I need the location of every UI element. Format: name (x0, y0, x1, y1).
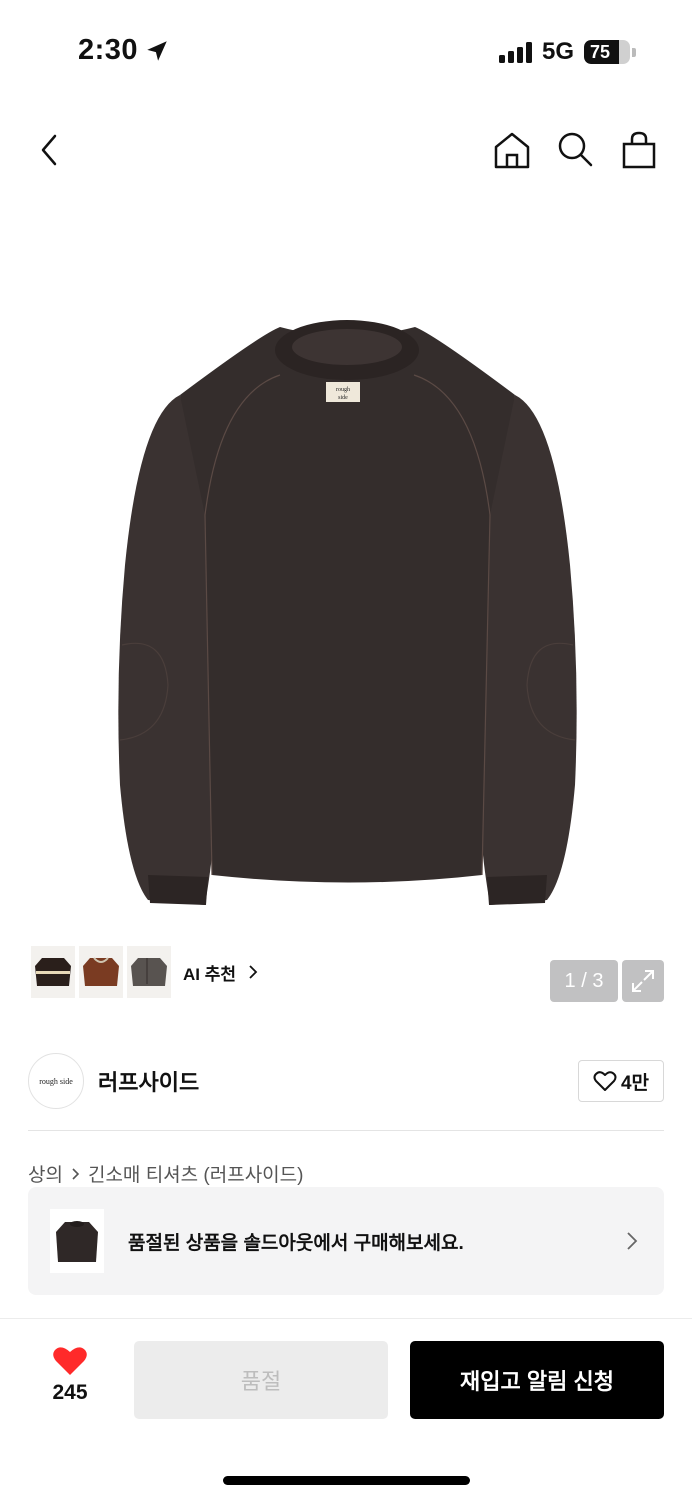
expand-button[interactable] (622, 960, 664, 1002)
soldout-banner[interactable]: 품절된 상품을 솔드아웃에서 구매해보세요. (28, 1187, 664, 1295)
home-indicator (223, 1476, 470, 1485)
battery-tip (632, 47, 636, 57)
breadcrumb-subcategory[interactable]: 긴소매 티셔츠 (러프사이드) (88, 1160, 304, 1187)
signal-icon (498, 41, 532, 63)
location-arrow-icon (147, 40, 167, 61)
home-button[interactable] (490, 128, 534, 172)
like-count: 245 (52, 1381, 88, 1404)
image-counter: 1 / 3 (550, 960, 618, 1002)
ai-thumbnail[interactable] (79, 946, 123, 998)
ai-recommend-label: AI 추천 (183, 964, 237, 984)
restock-alert-button[interactable]: 재입고 알림 신청 (410, 1341, 664, 1419)
status-time: 2:30 (78, 34, 170, 67)
back-button[interactable] (28, 128, 72, 172)
divider (28, 1130, 664, 1131)
chevron-right-icon (249, 965, 258, 979)
chevron-right-icon (72, 1167, 80, 1180)
brand-name[interactable]: 러프사이드 (98, 1065, 199, 1097)
bottom-action-bar: 245 품절 재입고 알림 신청 (0, 1319, 692, 1449)
like-button[interactable]: 245 (40, 1345, 100, 1405)
chevron-left-icon (41, 134, 57, 166)
expand-icon (632, 970, 654, 992)
battery-icon: 75 (584, 40, 630, 64)
home-icon (494, 132, 530, 169)
search-button[interactable] (553, 128, 597, 172)
top-navigation (0, 120, 692, 180)
ai-thumbnail[interactable] (127, 946, 171, 998)
ai-thumbnail[interactable] (31, 946, 75, 998)
garment-label-bottom: side (338, 395, 348, 401)
breadcrumb-category[interactable]: 상의 (28, 1160, 63, 1187)
chevron-right-icon (627, 1232, 638, 1250)
soldout-thumbnail (50, 1209, 104, 1273)
search-icon (558, 132, 593, 167)
breadcrumb: 상의 긴소매 티셔츠 (러프사이드) (28, 1160, 303, 1187)
brand-logo[interactable]: rough side (28, 1053, 84, 1109)
brand-row: rough side 러프사이드 4만 (28, 1052, 664, 1110)
status-bar: 2:30 5G 75 (0, 0, 692, 100)
garment-label-top: rough (336, 387, 350, 393)
network-type: 5G (541, 38, 574, 65)
heart-filled-icon (53, 1347, 87, 1375)
soldout-button: 품절 (134, 1341, 388, 1419)
soldout-banner-text: 품절된 상품을 솔드아웃에서 구매해보세요. (128, 1232, 464, 1254)
shopping-bag-icon (622, 131, 656, 169)
brand-like-count: 4만 (620, 1072, 650, 1094)
product-image[interactable]: rough side (110, 315, 585, 915)
ai-recommend-button[interactable]: AI 추천 (28, 943, 266, 1001)
bag-button[interactable] (617, 128, 661, 172)
heart-outline-icon (593, 1071, 617, 1091)
brand-like-button[interactable]: 4만 (578, 1060, 664, 1102)
